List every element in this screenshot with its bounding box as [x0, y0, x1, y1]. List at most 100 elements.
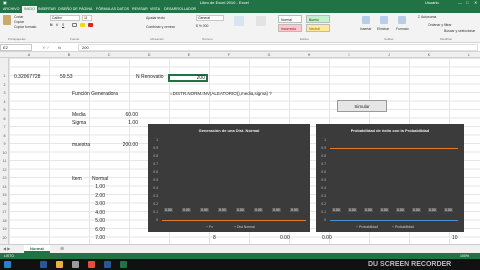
row-header[interactable]: 11: [0, 159, 9, 163]
item-value[interactable]: 4.00: [80, 210, 105, 216]
insert-function-button[interactable]: fx: [58, 44, 74, 51]
autosum-button[interactable]: Σ Autosuma: [418, 15, 436, 19]
row-header[interactable]: 5: [0, 108, 9, 112]
cell-bottom-a[interactable]: 8: [213, 235, 216, 241]
row-header[interactable]: 2: [0, 83, 9, 87]
windows-start-icon[interactable]: [4, 261, 11, 268]
media-value[interactable]: 60.00: [100, 112, 138, 118]
row-header[interactable]: 8: [0, 134, 9, 138]
row-header[interactable]: 13: [0, 176, 9, 180]
cell-bottom-d[interactable]: 10: [452, 235, 458, 241]
tab-vista[interactable]: VISTA: [150, 6, 160, 13]
font-name-select[interactable]: Calibri: [50, 15, 80, 21]
style-incorrecto[interactable]: Incorrecto: [278, 24, 302, 32]
item-value[interactable]: 7.00: [80, 235, 105, 241]
style-normal[interactable]: Normal: [278, 15, 302, 23]
formula-input[interactable]: 200: [78, 44, 478, 51]
row-header[interactable]: 17: [0, 210, 9, 214]
italic-button[interactable]: K: [56, 23, 58, 27]
format-table-icon[interactable]: [256, 16, 266, 26]
find-select-button[interactable]: Buscar y seleccionar: [444, 29, 475, 33]
row-header[interactable]: 1: [0, 74, 9, 78]
row-header[interactable]: 4: [0, 100, 9, 104]
chrome-icon[interactable]: [88, 261, 95, 268]
normal-label[interactable]: Normal: [92, 176, 108, 182]
insert-cells-button[interactable]: Insertar: [360, 27, 372, 31]
tab-archivo[interactable]: ARCHIVO: [3, 6, 19, 13]
copy-button[interactable]: Copiar: [14, 20, 24, 24]
cell-d1[interactable]: N Renovatio: [136, 74, 164, 80]
tab-inicio[interactable]: INICIO: [22, 6, 37, 13]
item-value[interactable]: 2.00: [80, 193, 105, 199]
tab-desarrollador[interactable]: DESARROLLADOR: [164, 6, 196, 13]
cut-button[interactable]: Cortar: [14, 15, 23, 19]
row-header[interactable]: 16: [0, 202, 9, 206]
number-format-select[interactable]: General: [196, 15, 224, 21]
bold-button[interactable]: N: [50, 23, 52, 27]
underline-button[interactable]: S: [62, 23, 64, 27]
name-box[interactable]: E2: [0, 44, 32, 51]
item-value[interactable]: 6.00: [80, 227, 105, 233]
format-cells-button[interactable]: Formato: [396, 27, 409, 31]
cell-e1[interactable]: 200: [168, 75, 205, 81]
sheet-nav-arrows-icon[interactable]: ◀ ▶: [3, 246, 10, 251]
muestra-label[interactable]: muestra: [72, 142, 90, 148]
sigma-label[interactable]: Sigma: [72, 120, 86, 126]
ie-icon[interactable]: [40, 261, 47, 268]
sigma-value[interactable]: 1.00: [100, 120, 138, 126]
tab-datos[interactable]: DATOS: [117, 6, 129, 13]
row-header[interactable]: 7: [0, 125, 9, 129]
row-header[interactable]: 15: [0, 193, 9, 197]
tab-revisar[interactable]: REVISAR: [132, 6, 148, 13]
format-painter-button[interactable]: Copiar formato: [14, 25, 36, 29]
cancel-check-icons[interactable]: ✕ ✓: [42, 44, 50, 51]
muestra-value[interactable]: 200.00: [100, 142, 138, 148]
item-value[interactable]: 5.00: [80, 218, 105, 224]
cell-bottom-c[interactable]: 0.00: [322, 235, 332, 241]
excel-taskbar-icon[interactable]: [120, 261, 127, 268]
simular-button[interactable]: Simular: [337, 100, 387, 112]
row-header[interactable]: 9: [0, 142, 9, 146]
media-icon[interactable]: [72, 261, 79, 268]
row-header[interactable]: 20: [0, 236, 9, 240]
item-value[interactable]: 3.00: [80, 201, 105, 207]
cell-a1[interactable]: 0.32067728: [14, 74, 40, 80]
explorer-icon[interactable]: [56, 261, 63, 268]
row-header[interactable]: 10: [0, 151, 9, 155]
insert-cells-icon[interactable]: [362, 16, 370, 24]
currency-button[interactable]: $ % 000: [196, 24, 208, 28]
chart-probabilidad-exito[interactable]: Probabilidad de éxito con la Probabilida…: [316, 124, 464, 232]
funcion-generadora-label[interactable]: Función Generadora: [72, 91, 118, 97]
row-header[interactable]: 12: [0, 168, 9, 172]
word-icon[interactable]: [104, 261, 111, 268]
sheet-tab-normal[interactable]: Normal: [24, 245, 50, 253]
row-header[interactable]: 19: [0, 227, 9, 231]
row-header[interactable]: 3: [0, 91, 9, 95]
sort-filter-button[interactable]: Ordenar y filtrar: [428, 23, 452, 27]
font-size-select[interactable]: 11: [82, 15, 92, 21]
wrap-text-button[interactable]: Ajustar texto: [146, 16, 165, 20]
tab-formulas[interactable]: FÓRMULAS: [96, 6, 116, 13]
borders-icon[interactable]: [72, 23, 77, 27]
fill-color-icon[interactable]: [80, 23, 85, 27]
format-cells-icon[interactable]: [398, 16, 406, 24]
tab-insertar[interactable]: INSERTAR: [38, 6, 56, 13]
media-label[interactable]: Media: [72, 112, 86, 118]
add-sheet-icon[interactable]: ⊕: [60, 245, 64, 253]
item-value[interactable]: 1.00: [80, 184, 105, 190]
row-header[interactable]: 6: [0, 117, 9, 121]
conditional-format-icon[interactable]: [234, 16, 244, 26]
delete-cells-icon[interactable]: [380, 16, 388, 24]
delete-cells-button[interactable]: Eliminar: [377, 27, 389, 31]
paste-icon[interactable]: [3, 15, 11, 25]
tab-diseno[interactable]: DISEÑO DE PÁGINA: [58, 6, 92, 13]
formula-text[interactable]: =DISTR.NORM.INV(ALEATORIO(),media,sigma)…: [170, 91, 272, 97]
font-color-icon[interactable]: [88, 23, 93, 27]
merge-center-button[interactable]: Combinar y centrar: [146, 25, 175, 29]
style-bueno[interactable]: Bueno: [306, 15, 330, 23]
cell-b1[interactable]: 59.53: [60, 74, 73, 80]
item-label[interactable]: Item: [72, 176, 82, 182]
cell-bottom-b[interactable]: 0.00: [280, 235, 290, 241]
chart-normal-distribution[interactable]: Generación de una Dist. Normal 1 0.9 0.8…: [148, 124, 310, 232]
row-header[interactable]: 14: [0, 185, 9, 189]
